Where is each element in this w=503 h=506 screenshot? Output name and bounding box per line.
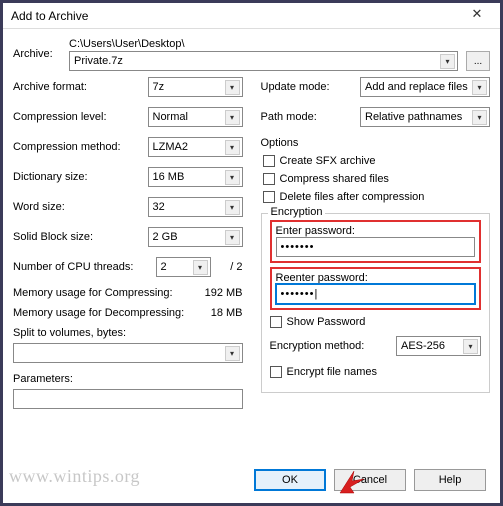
ok-button[interactable]: OK [254,469,326,491]
show-password-checkbox[interactable] [270,316,282,328]
enter-password-input[interactable] [276,237,476,257]
reenter-password-input[interactable] [276,284,476,304]
shared-label: Compress shared files [280,173,389,185]
block-combo[interactable]: 2 GB ▾ [148,227,243,247]
enc-names-checkbox[interactable] [270,366,282,378]
delete-label: Delete files after compression [280,191,425,203]
update-label: Update mode: [261,81,361,93]
window-title: Add to Archive [11,9,88,23]
block-label: Solid Block size: [13,231,148,243]
chevron-down-icon[interactable]: ▾ [472,110,487,125]
chevron-down-icon[interactable]: ▾ [225,230,240,245]
dict-label: Dictionary size: [13,171,148,183]
chevron-down-icon[interactable]: ▾ [225,140,240,155]
threads-max: / 2 [217,261,243,273]
chevron-down-icon[interactable]: ▾ [193,260,208,275]
shared-checkbox[interactable] [263,173,275,185]
word-combo[interactable]: 32 ▾ [148,197,243,217]
update-combo[interactable]: Add and replace files ▾ [360,77,490,97]
chevron-down-icon[interactable]: ▾ [225,346,240,361]
chevron-down-icon[interactable]: ▾ [225,80,240,95]
chevron-down-icon[interactable]: ▾ [440,54,455,69]
reenter-password-label: Reenter password: [276,272,476,284]
chevron-down-icon[interactable]: ▾ [463,339,478,354]
browse-button[interactable]: ... [466,51,490,71]
pathmode-label: Path mode: [261,111,361,123]
show-password-label: Show Password [287,316,366,328]
enc-method-label: Encryption method: [270,340,397,352]
format-combo[interactable]: 7z ▾ [148,77,243,97]
split-label: Split to volumes, bytes: [13,327,243,339]
method-combo[interactable]: LZMA2 ▾ [148,137,243,157]
chevron-down-icon[interactable]: ▾ [225,200,240,215]
enter-password-highlight: Enter password: [270,220,482,263]
delete-checkbox[interactable] [263,191,275,203]
sfx-label: Create SFX archive [280,155,376,167]
pathmode-combo[interactable]: Relative pathnames ▾ [360,107,490,127]
archive-name-combo[interactable]: Private.7z ▾ [69,51,458,71]
cancel-button[interactable]: Cancel [334,469,406,491]
title-bar: Add to Archive ✕ [3,3,500,29]
threads-combo[interactable]: 2 ▾ [156,257,211,277]
enc-names-label: Encrypt file names [287,366,377,378]
chevron-down-icon[interactable]: ▾ [225,170,240,185]
help-button[interactable]: Help [414,469,486,491]
split-combo[interactable]: ▾ [13,343,243,363]
encryption-group: Encryption Enter password: Reenter passw… [261,213,491,393]
archive-label: Archive: [13,48,69,60]
reenter-password-highlight: Reenter password: [270,267,482,310]
word-label: Word size: [13,201,148,213]
format-label: Archive format: [13,81,148,93]
level-label: Compression level: [13,111,148,123]
params-label: Parameters: [13,373,243,385]
enc-method-combo[interactable]: AES-256 ▾ [396,336,481,356]
dict-combo[interactable]: 16 MB ▾ [148,167,243,187]
close-icon[interactable]: ✕ [460,3,494,25]
encryption-legend: Encryption [268,206,326,218]
mem-comp-value: 192 MB [193,287,243,299]
watermark-text: www.wintips.org [9,466,140,487]
mem-decomp-label: Memory usage for Decompressing: [13,307,193,319]
params-input[interactable] [13,389,243,409]
threads-label: Number of CPU threads: [13,261,156,273]
method-label: Compression method: [13,141,148,153]
archive-path: C:\Users\User\Desktop\ [69,38,458,50]
mem-decomp-value: 18 MB [193,307,243,319]
chevron-down-icon[interactable]: ▾ [472,80,487,95]
sfx-checkbox[interactable] [263,155,275,167]
chevron-down-icon[interactable]: ▾ [225,110,240,125]
options-label: Options [261,137,491,149]
enter-password-label: Enter password: [276,225,476,237]
mem-comp-label: Memory usage for Compressing: [13,287,193,299]
level-combo[interactable]: Normal ▾ [148,107,243,127]
archive-name-value: Private.7z [74,55,123,67]
